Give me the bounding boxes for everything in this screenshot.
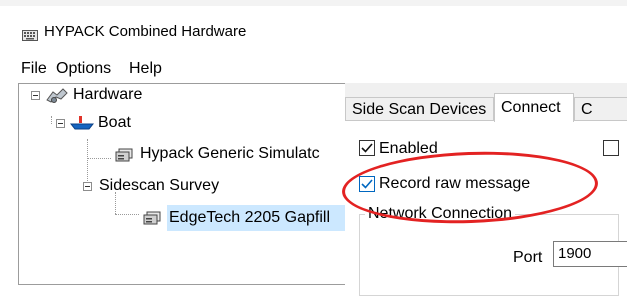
menu-options[interactable]: Options bbox=[56, 58, 111, 80]
enabled-label: Enabled bbox=[379, 140, 438, 157]
menu-help[interactable]: Help bbox=[129, 58, 162, 80]
tree-node-label: Boat bbox=[98, 114, 131, 131]
title-bar[interactable]: HYPACK Combined Hardware bbox=[0, 6, 627, 48]
port-label: Port bbox=[513, 249, 543, 266]
hardware-tree[interactable]: Hardware Boat Hypack Generic Simulatc Si… bbox=[18, 83, 347, 285]
tree-connector bbox=[51, 116, 52, 124]
menu-file[interactable]: File bbox=[21, 58, 47, 80]
enabled-checkbox[interactable] bbox=[359, 140, 375, 156]
tab-strip: Side Scan Devices Connect C bbox=[345, 93, 627, 122]
collapse-toggle[interactable] bbox=[83, 182, 92, 191]
collapse-toggle[interactable] bbox=[56, 119, 65, 128]
tree-node-label: EdgeTech 2205 Gapfill bbox=[169, 209, 330, 226]
network-connection-label: Network Connection bbox=[365, 205, 516, 223]
boat-icon bbox=[69, 115, 95, 136]
device-icon bbox=[115, 146, 135, 167]
tree-connector bbox=[115, 214, 139, 215]
tab-next[interactable]: C bbox=[574, 97, 627, 121]
record-raw-checkbox[interactable] bbox=[359, 176, 375, 192]
tab-side-scan-devices[interactable]: Side Scan Devices bbox=[345, 97, 494, 121]
tab-connect[interactable]: Connect bbox=[494, 93, 574, 122]
settings-panel: Side Scan Devices Connect C Enabled Reco… bbox=[345, 83, 627, 296]
record-raw-label: Record raw message bbox=[379, 175, 531, 192]
app-keyboard-icon bbox=[22, 28, 38, 41]
hardware-icon bbox=[45, 86, 69, 111]
tree-node-label: Hardware bbox=[73, 86, 143, 103]
window-title: HYPACK Combined Hardware bbox=[44, 23, 247, 40]
device-icon bbox=[143, 209, 163, 230]
collapse-toggle[interactable] bbox=[31, 91, 40, 100]
port-input[interactable]: 1900 bbox=[553, 241, 627, 267]
secondary-checkbox[interactable] bbox=[603, 140, 619, 156]
tree-connector bbox=[87, 139, 88, 181]
connect-tab-content: Enabled Record raw message Network Conne… bbox=[345, 120, 627, 296]
tree-connector bbox=[87, 158, 111, 159]
tree-node-label: Hypack Generic Simulatc bbox=[140, 145, 320, 162]
tree-node-label: Sidescan Survey bbox=[99, 177, 220, 194]
